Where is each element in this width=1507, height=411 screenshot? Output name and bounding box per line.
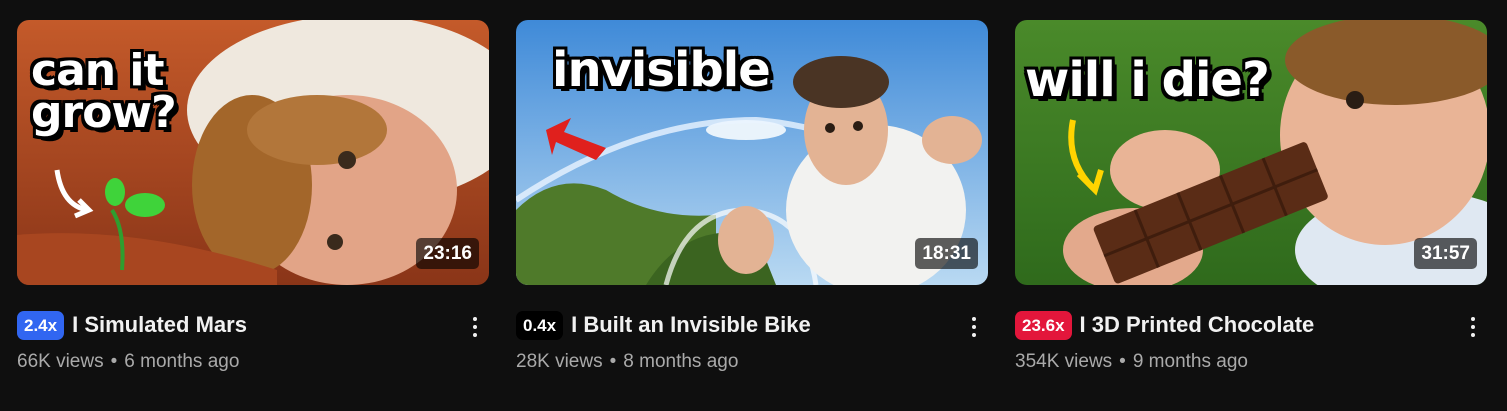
video-title[interactable]: I Built an Invisible Bike	[571, 312, 811, 338]
duration-badge: 23:16	[416, 238, 479, 269]
thumbnail-caption: invisible	[552, 42, 771, 98]
meta-separator: •	[1119, 351, 1126, 372]
video-meta: 2.4x I Simulated Mars 66K views • 6 months…	[17, 308, 489, 388]
more-vert-icon[interactable]	[465, 312, 485, 342]
video-meta: 23.6x I 3D Printed Chocolate 354K views •…	[1015, 308, 1487, 388]
meta-separator: •	[110, 351, 118, 372]
video-stats: 66K views • 6 months ago	[17, 351, 489, 373]
video-grid: can it grow? 23:16 2.4x I Simulated Mars…	[0, 0, 1507, 411]
more-vert-icon[interactable]	[964, 312, 984, 342]
view-count: 66K views	[17, 351, 104, 372]
meta-separator: •	[609, 351, 617, 372]
video-stats: 28K views • 8 months ago	[516, 351, 988, 373]
video-stats: 354K views • 9 months ago	[1015, 351, 1487, 373]
video-title[interactable]: I 3D Printed Chocolate	[1080, 312, 1315, 338]
video-thumbnail[interactable]: can it grow? 23:16	[17, 20, 489, 285]
video-thumbnail[interactable]: invisible 18:31	[516, 20, 988, 285]
view-count: 28K views	[516, 351, 603, 372]
more-vert-icon[interactable]	[1463, 312, 1483, 342]
video-meta: 0.4x I Built an Invisible Bike 28K views…	[516, 308, 988, 388]
thumbnail-caption: can it grow?	[31, 45, 177, 138]
title-row: 2.4x I Simulated Mars	[17, 308, 489, 342]
view-count: 354K views	[1015, 351, 1113, 372]
video-thumbnail[interactable]: will i die? 31:57	[1015, 20, 1487, 285]
video-title[interactable]: I Simulated Mars	[72, 312, 247, 338]
upload-age: 9 months ago	[1132, 351, 1248, 372]
title-row: 23.6x I 3D Printed Chocolate	[1015, 308, 1487, 342]
multiplier-badge: 23.6x	[1015, 310, 1072, 340]
multiplier-badge: 0.4x	[516, 310, 564, 340]
duration-badge: 18:31	[915, 238, 978, 269]
duration-badge: 31:57	[1414, 238, 1477, 269]
thumbnail-caption: will i die?	[1025, 52, 1270, 108]
upload-age: 8 months ago	[623, 351, 739, 372]
title-row: 0.4x I Built an Invisible Bike	[516, 308, 988, 342]
video-card: will i die? 31:57 23.6x I 3D Printed Cho…	[1015, 20, 1487, 390]
multiplier-badge: 2.4x	[17, 310, 65, 340]
upload-age: 6 months ago	[124, 351, 240, 372]
video-card: can it grow? 23:16 2.4x I Simulated Mars…	[17, 20, 489, 390]
video-card: invisible 18:31 0.4x I Built an Invisibl…	[516, 20, 988, 390]
